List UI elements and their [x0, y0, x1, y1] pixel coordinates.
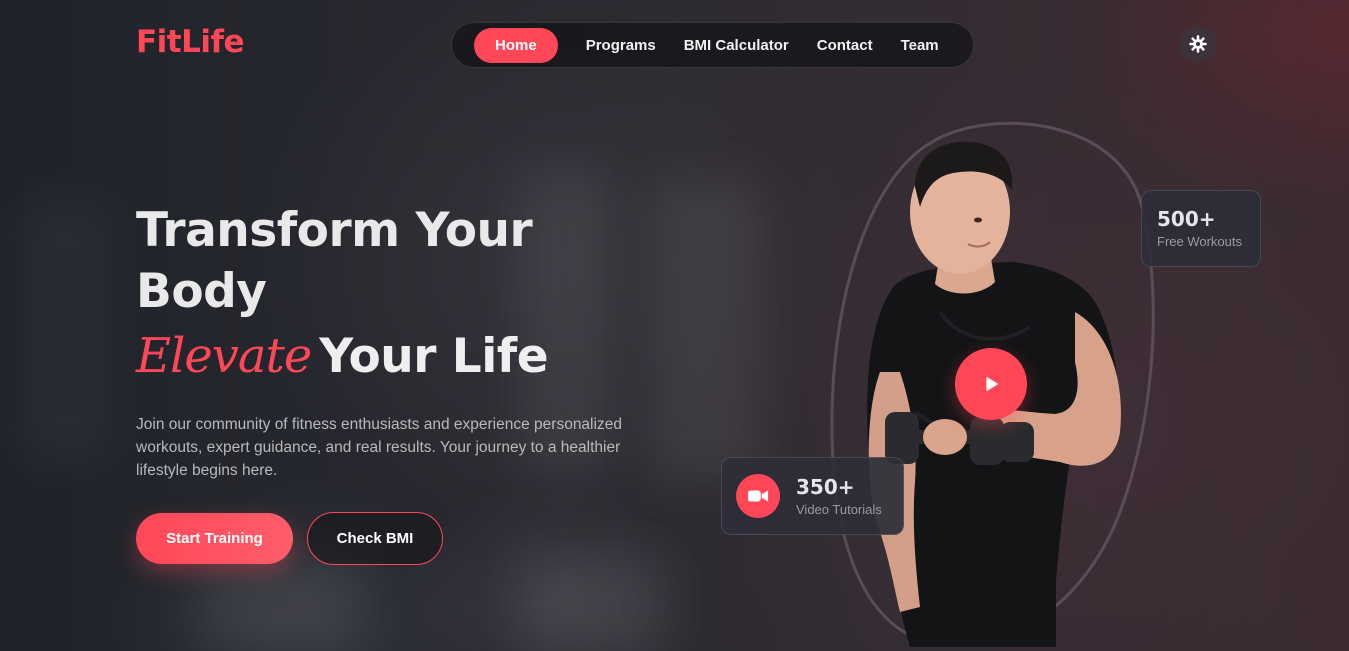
- nav-contact[interactable]: Contact: [803, 29, 887, 62]
- play-video-button[interactable]: [955, 348, 1027, 420]
- hero-subtitle: Elevate Your Life: [136, 328, 549, 384]
- hero-title-line2: Your Life: [319, 329, 549, 384]
- workouts-count: 500+: [1157, 207, 1216, 231]
- main-nav: Home Programs BMI Calculator Contact Tea…: [451, 22, 974, 68]
- check-bmi-button[interactable]: Check BMI: [307, 512, 443, 565]
- nav-home[interactable]: Home: [474, 27, 558, 63]
- play-icon: [986, 376, 999, 392]
- gear-icon: [1189, 35, 1207, 53]
- theme-toggle-button[interactable]: [1180, 26, 1216, 62]
- tutorials-label: Video Tutorials: [796, 502, 882, 517]
- video-camera-icon: [736, 474, 780, 518]
- start-training-button[interactable]: Start Training: [136, 513, 293, 564]
- nav-programs[interactable]: Programs: [572, 29, 670, 62]
- nav-bmi-calculator[interactable]: BMI Calculator: [670, 29, 803, 62]
- tutorials-count: 350+: [796, 475, 855, 499]
- logo[interactable]: FitLife: [136, 24, 245, 60]
- hero-title: Transform Your Body: [136, 203, 533, 319]
- nav-team[interactable]: Team: [887, 29, 953, 62]
- tutorials-stat-card: 350+ Video Tutorials: [721, 457, 904, 535]
- workouts-label: Free Workouts: [1157, 234, 1243, 249]
- workouts-stat-card: 500+ Free Workouts: [1141, 190, 1261, 267]
- hero-script-word: Elevate: [136, 328, 312, 384]
- hero-description: Join our community of fitness enthusiast…: [136, 416, 622, 479]
